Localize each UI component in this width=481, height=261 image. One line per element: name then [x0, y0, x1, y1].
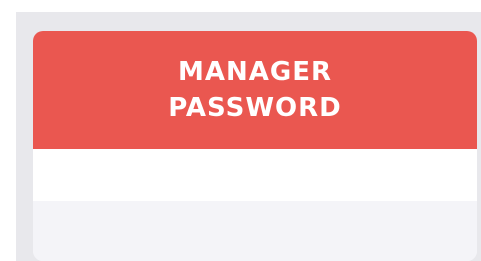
- password-field[interactable]: [33, 149, 477, 201]
- card-footer-area: [33, 201, 477, 261]
- card-title: MANAGER PASSWORD: [168, 57, 342, 123]
- manager-password-card: MANAGER PASSWORD: [33, 31, 477, 261]
- page: MANAGER PASSWORD: [0, 0, 481, 261]
- card-header: MANAGER PASSWORD: [33, 31, 477, 149]
